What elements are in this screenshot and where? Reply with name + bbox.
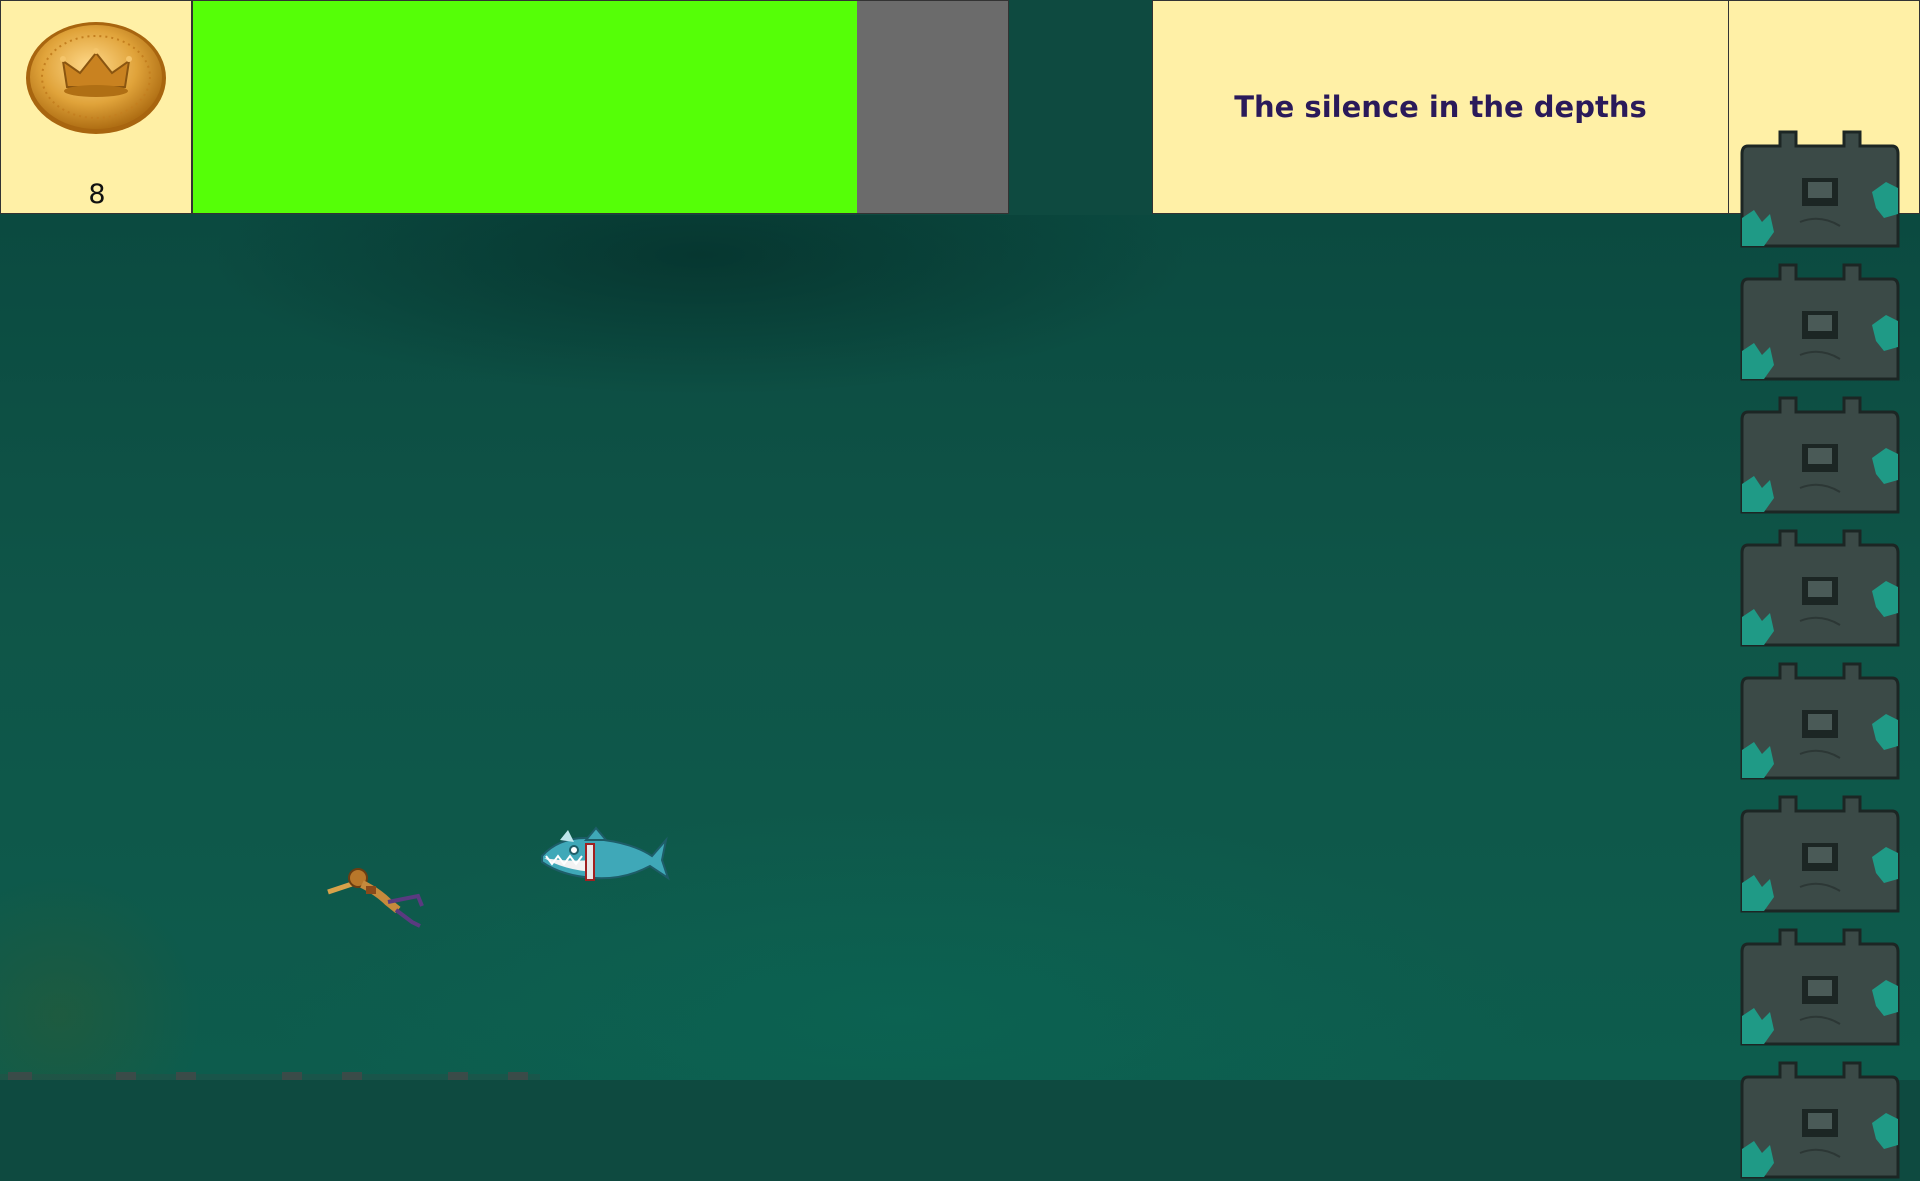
coin-count: 8: [88, 179, 106, 210]
coin-panel: 8: [0, 0, 192, 214]
sea-floor: [0, 1072, 540, 1080]
stone-block: [1740, 1061, 1900, 1179]
stone-block: [1740, 662, 1900, 780]
hud: 8 The silence in the depths: [0, 0, 1920, 216]
stone-block: [1740, 396, 1900, 514]
health-bar-fill: [193, 1, 858, 213]
stone-block: [1740, 928, 1900, 1046]
level-title-panel: The silence in the depths: [1152, 0, 1729, 214]
shark-sprite: [541, 826, 670, 881]
level-title: The silence in the depths: [1234, 90, 1647, 124]
diver-sprite: [327, 868, 424, 928]
health-bar: [192, 0, 1009, 214]
stone-block: [1740, 529, 1900, 647]
crown-coin-icon: [26, 22, 166, 134]
stone-block: [1740, 795, 1900, 913]
stone-block: [1740, 130, 1900, 248]
stone-block: [1740, 263, 1900, 381]
game-scene: [0, 215, 1920, 1080]
